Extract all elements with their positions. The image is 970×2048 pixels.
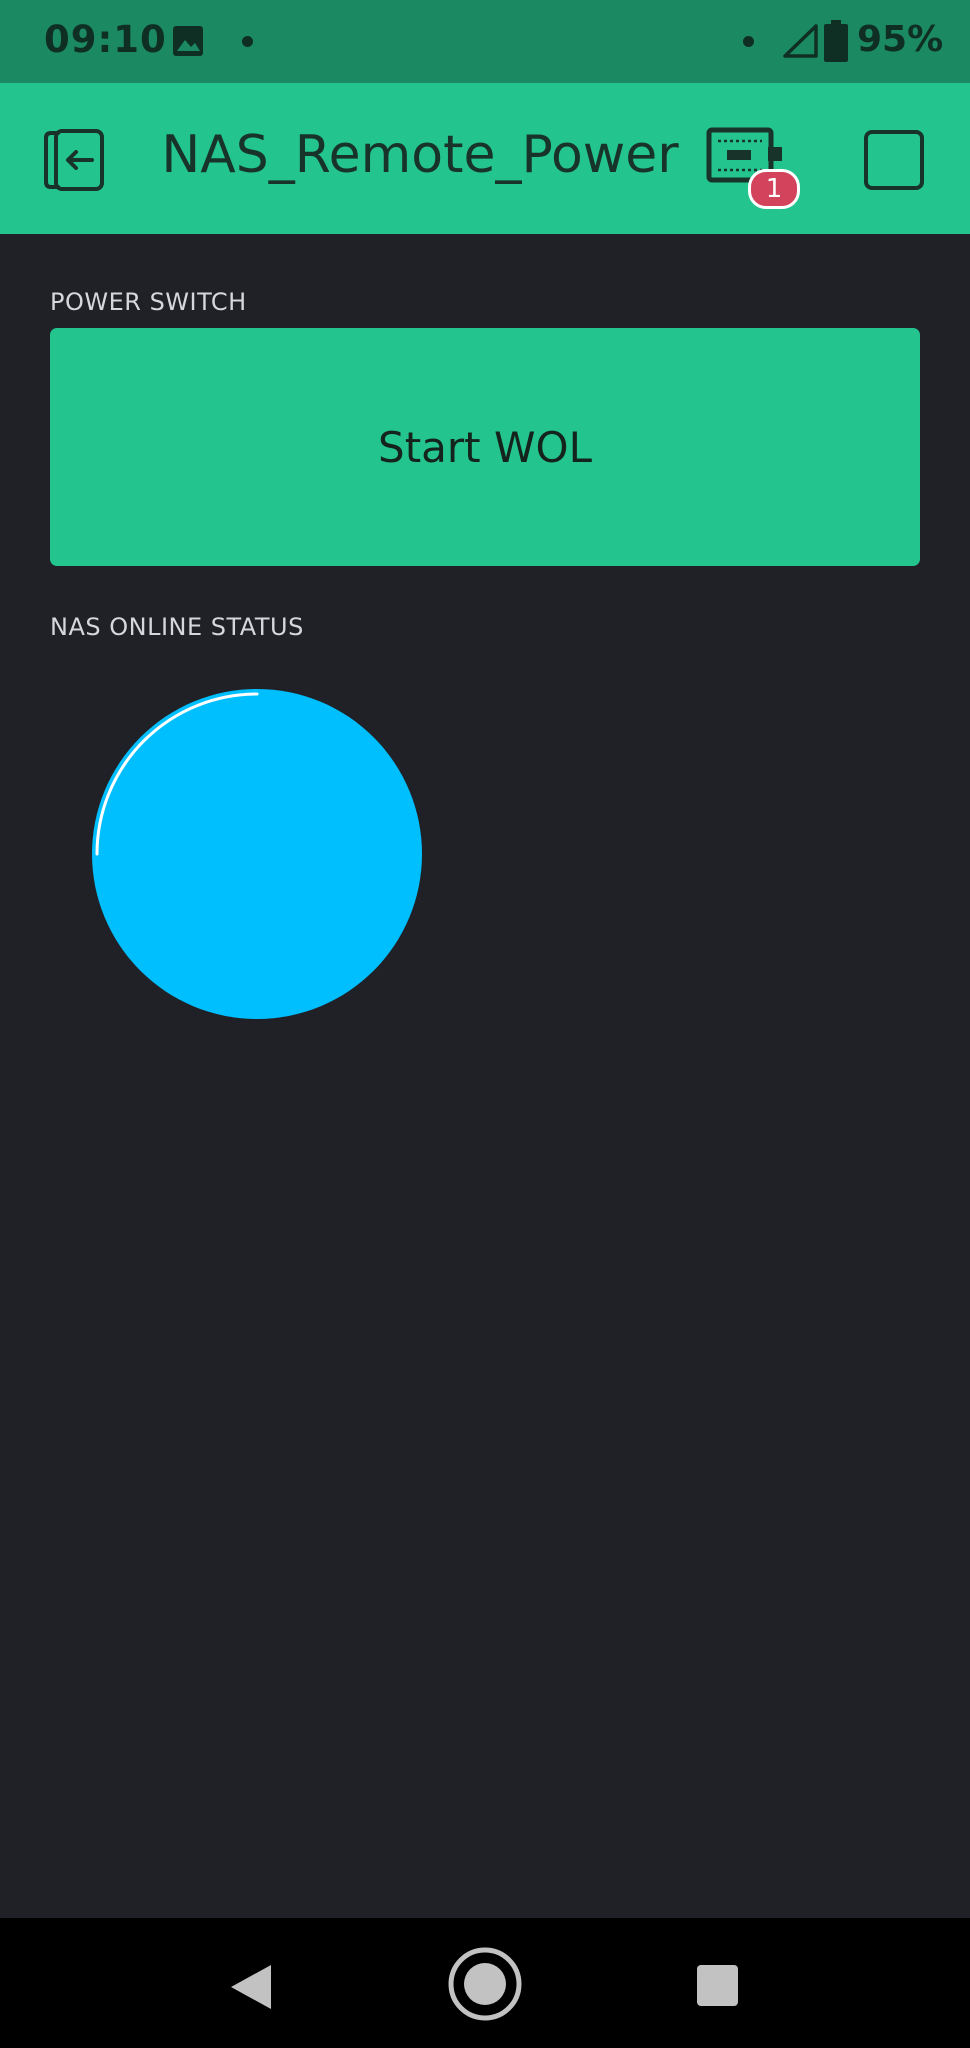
battery-icon bbox=[824, 20, 848, 62]
page-title: NAS_Remote_Power bbox=[161, 125, 679, 185]
app-bar: NAS_Remote_Power 1 bbox=[0, 83, 970, 234]
image-icon bbox=[173, 26, 203, 56]
exit-icon[interactable] bbox=[42, 127, 108, 193]
device-button[interactable]: 1 bbox=[706, 127, 800, 209]
notification-dot-icon bbox=[242, 36, 253, 47]
battery-percent: 95% bbox=[857, 19, 944, 60]
status-time: 09:10 bbox=[44, 18, 167, 61]
status-bar: 09:10 95% bbox=[0, 0, 970, 83]
start-wol-button[interactable]: Start WOL bbox=[50, 328, 920, 566]
start-wol-button-label: Start WOL bbox=[378, 422, 592, 472]
square-icon[interactable] bbox=[864, 130, 924, 190]
status-led-circle bbox=[92, 689, 422, 1019]
back-icon[interactable] bbox=[229, 1963, 273, 2011]
notification-dot-icon bbox=[743, 36, 754, 47]
navigation-bar bbox=[0, 1918, 970, 2048]
online-status-label: NAS ONLINE STATUS bbox=[50, 613, 304, 641]
power-switch-label: POWER SWITCH bbox=[50, 288, 247, 316]
notification-badge: 1 bbox=[748, 169, 800, 209]
home-icon[interactable] bbox=[445, 1944, 525, 2024]
recents-icon[interactable] bbox=[697, 1965, 738, 2006]
signal-icon bbox=[783, 24, 818, 58]
status-led bbox=[92, 689, 422, 1019]
